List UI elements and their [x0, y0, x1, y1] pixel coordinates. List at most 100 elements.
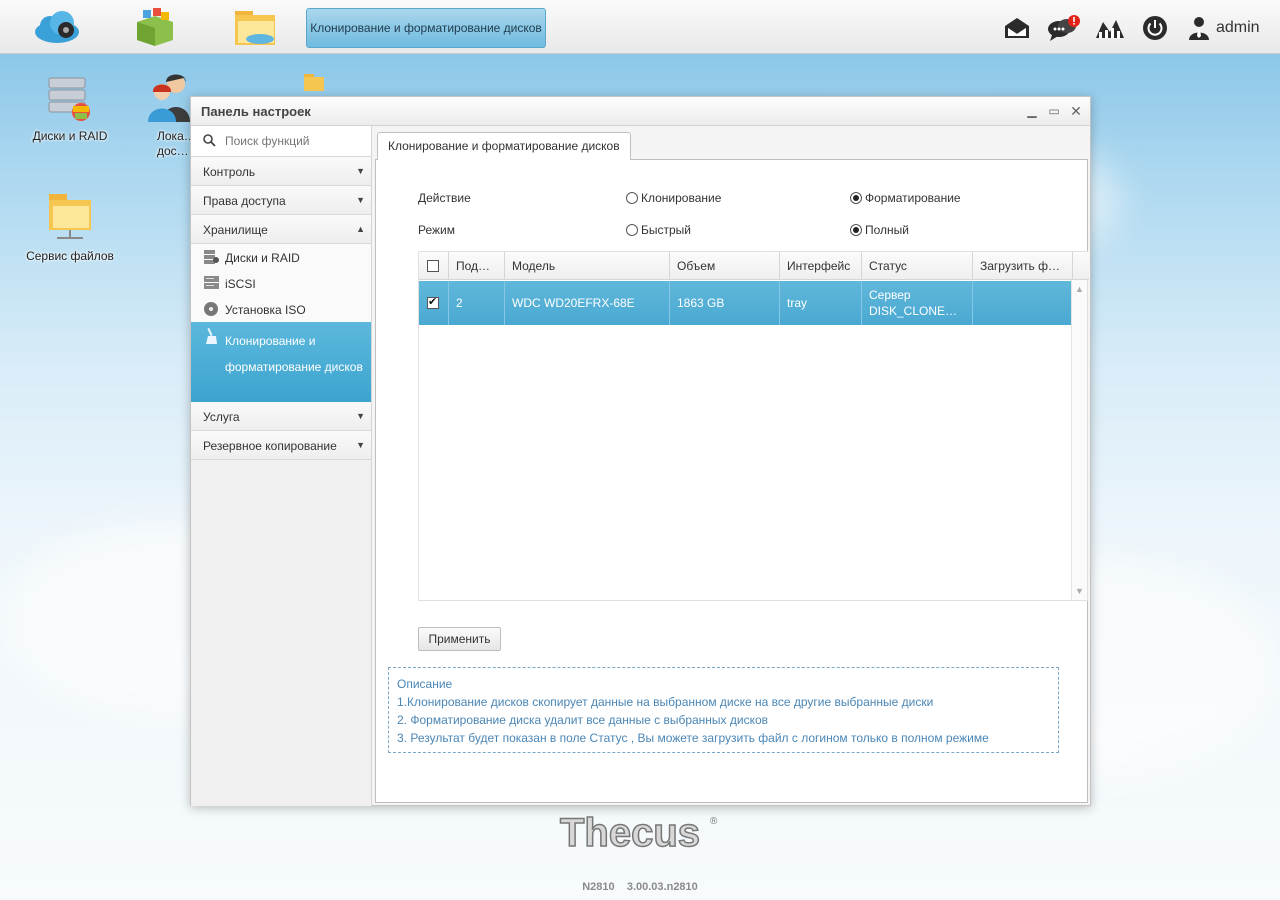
mode-label: Режим [418, 223, 455, 237]
sidebar-section-storage[interactable]: Хранилище ▲ [191, 215, 371, 244]
sidebar-section-control[interactable]: Контроль ▼ [191, 157, 371, 186]
radio-label: Полный [865, 223, 909, 237]
chevron-down-icon: ▼ [356, 195, 365, 205]
radio-format[interactable]: Форматирование [850, 191, 961, 205]
radio-format-dot [850, 192, 862, 204]
disk-table: Под… Модель Объем Интерфейс Статус Загру… [418, 251, 1089, 601]
brand-text: Thecus [560, 811, 700, 854]
folder-network-icon [304, 74, 324, 91]
sidebar-section-label: Услуга [203, 410, 240, 424]
sidebar-item-label: Клонирование и форматирование дисков [225, 334, 363, 374]
user-name-label: admin [1216, 19, 1260, 36]
search-icon [203, 134, 216, 147]
sidebar: Контроль ▼ Права доступа ▼ Хранилище ▲ Д… [191, 126, 372, 806]
svg-text:®: ® [710, 816, 718, 827]
sidebar-section-access-rights[interactable]: Права доступа ▼ [191, 186, 371, 215]
sidebar-item-iso-mount[interactable]: Установка ISO [191, 296, 371, 322]
radio-label: Быстрый [641, 223, 691, 237]
radio-clone-dot [626, 192, 638, 204]
user-icon [1189, 17, 1209, 40]
select-all-checkbox[interactable] [427, 260, 439, 272]
description-line: 3. Результат будет показан в поле Статус… [397, 731, 989, 745]
column-header-model[interactable]: Модель [505, 252, 670, 280]
thecus-logo: Thecus ® [558, 810, 728, 856]
taskbar-active-app-button[interactable]: Клонирование и форматирование дисков [306, 8, 546, 48]
disk-stack-icon [48, 77, 90, 121]
user-menu[interactable]: admin [1188, 14, 1268, 42]
radio-quick[interactable]: Быстрый [626, 223, 691, 237]
sidebar-section-label: Хранилище [203, 223, 268, 237]
description-line: 1.Клонирование дисков скопирует данные н… [397, 695, 934, 709]
sidebar-item-label: Установка ISO [225, 303, 306, 317]
users-icon [148, 74, 190, 122]
taskbar: Клонирование и форматирование дисков adm… [0, 0, 1280, 54]
sidebar-section-label: Контроль [203, 165, 256, 179]
sidebar-section-label: Резервное копирование [203, 439, 337, 453]
table-row[interactable]: 2 WDC WD20EFRX-68E 1863 GB tray Сервер D… [419, 281, 1073, 325]
cell-download[interactable] [973, 281, 1073, 325]
window-title-bar[interactable]: Панель настроек ▁ ▭ ✕ [191, 97, 1090, 126]
desktop-icon-disks-raid[interactable]: Диски и RAID [15, 76, 125, 143]
content-area: Клонирование и форматирование дисков Дей… [375, 129, 1089, 804]
sidebar-section-backup[interactable]: Резервное копирование ▼ [191, 431, 371, 460]
maximize-icon[interactable]: ▭ [1046, 103, 1062, 119]
sidebar-item-iscsi[interactable]: iSCSI [191, 270, 371, 296]
column-header-interface[interactable]: Интерфейс [780, 252, 862, 280]
table-header: Под… Модель Объем Интерфейс Статус Загру… [419, 252, 1089, 280]
chevron-down-icon: ▼ [356, 411, 365, 421]
description-box: Описание 1.Клонирование дисков скопирует… [388, 667, 1059, 753]
search-box [191, 126, 371, 157]
minimize-icon[interactable]: ▁ [1024, 103, 1040, 119]
chevron-down-icon: ▼ [356, 440, 365, 450]
settings-window: Панель настроек ▁ ▭ ✕ Контроль ▼ Права д… [190, 96, 1091, 806]
cell-status: Сервер DISK_CLONE… [862, 281, 973, 325]
firmware-version: N2810 3.00.03.n2810 [582, 881, 698, 893]
desktop-icon-label: Сервис файлов [26, 249, 114, 263]
network-status-icon[interactable] [1094, 14, 1126, 42]
mail-icon[interactable] [1002, 14, 1032, 42]
radio-quick-dot [626, 224, 638, 236]
sidebar-section-service[interactable]: Услуга ▼ [191, 402, 371, 431]
radio-label: Форматирование [865, 191, 961, 205]
table-scrollbar[interactable]: ▲ ▼ [1071, 280, 1087, 600]
scroll-up-icon[interactable]: ▲ [1075, 284, 1084, 294]
sidebar-item-disks-raid[interactable]: Диски и RAID [191, 244, 371, 270]
column-header-size[interactable]: Объем [670, 252, 780, 280]
action-label: Действие [418, 191, 471, 205]
cell-size: 1863 GB [670, 281, 780, 325]
scroll-down-icon[interactable]: ▼ [1075, 586, 1084, 596]
desktop-icon-folder-partial[interactable] [283, 72, 343, 99]
column-header-download[interactable]: Загрузить ф… [973, 252, 1073, 280]
tab-disk-clone-format[interactable]: Клонирование и форматирование дисков [377, 132, 631, 160]
sidebar-item-label: iSCSI [225, 277, 256, 291]
sidebar-item-disk-clone-format[interactable]: Клонирование и форматирование дисков [191, 322, 371, 402]
tab-panel: Действие Клонирование Форматирование Реж… [375, 159, 1089, 803]
disk-raid-icon [204, 250, 219, 264]
sidebar-section-label: Права доступа [203, 194, 286, 208]
radio-clone[interactable]: Клонирование [626, 191, 721, 205]
radio-full[interactable]: Полный [850, 223, 909, 237]
desktop-icon-file-service[interactable]: Сервис файлов [15, 190, 125, 263]
description-line: 2. Форматирование диска удалит все данны… [397, 713, 769, 727]
disc-icon [204, 302, 218, 316]
chat-notifications-icon[interactable] [1046, 14, 1082, 42]
cloud-icon[interactable] [30, 6, 84, 48]
description-title: Описание [397, 677, 453, 691]
search-input[interactable] [225, 132, 365, 150]
column-header-slot[interactable]: Под… [449, 252, 505, 280]
app-center-icon[interactable] [128, 6, 182, 48]
iscsi-icon [204, 276, 219, 289]
close-icon[interactable]: ✕ [1068, 103, 1084, 119]
cell-interface: tray [780, 281, 862, 325]
window-title: Панель настроек [201, 104, 311, 119]
cell-slot: 2 [449, 281, 505, 325]
power-icon[interactable] [1140, 14, 1170, 42]
chevron-down-icon: ▼ [356, 166, 365, 176]
radio-label: Клонирование [641, 191, 722, 205]
broom-icon [206, 328, 217, 344]
row-checkbox[interactable] [427, 295, 439, 309]
taskbar-active-app-label: Клонирование и форматирование дисков [310, 21, 542, 35]
apply-button[interactable]: Применить [418, 627, 501, 651]
column-header-status[interactable]: Статус [862, 252, 973, 280]
file-manager-icon[interactable] [228, 6, 282, 48]
